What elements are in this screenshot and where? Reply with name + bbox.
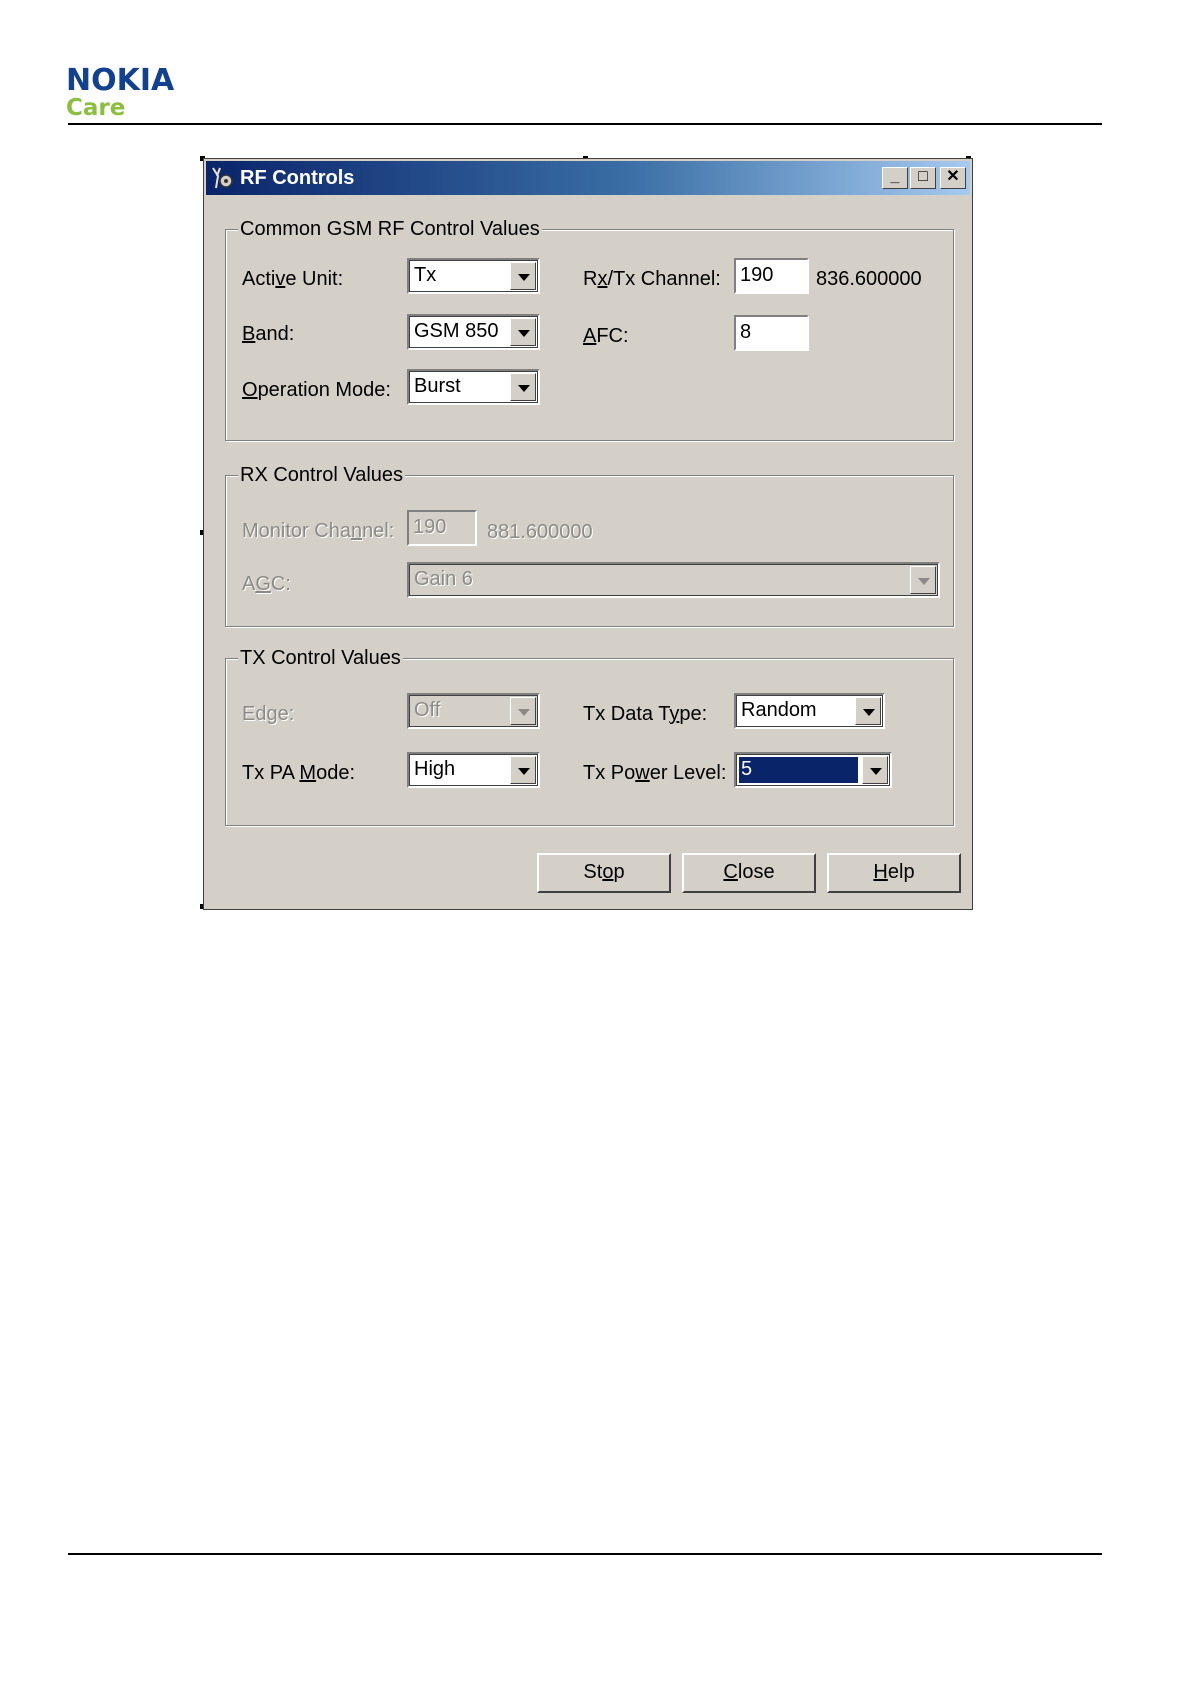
chevron-down-icon[interactable] <box>510 373 536 401</box>
band-label: Band: <box>242 323 295 345</box>
tx-power-level-select[interactable]: 5 <box>734 752 892 788</box>
tx-data-type-label: Tx Data Type: <box>583 703 708 725</box>
selection-highlight <box>738 756 859 784</box>
edge-label: Edge: <box>242 703 295 725</box>
maximize-button[interactable]: □ <box>910 167 936 189</box>
stop-button[interactable]: Stop <box>537 853 671 893</box>
tx-data-type-select[interactable]: Random <box>734 693 885 729</box>
rxtx-channel-label: Rx/Tx Channel: <box>583 268 721 290</box>
tx-control-group: TX Control Values Edge: Off Tx PA Mode: … <box>225 647 954 826</box>
rf-controls-app-icon <box>212 167 233 189</box>
chevron-down-icon[interactable] <box>510 262 536 290</box>
rxtx-frequency: 836.600000 <box>816 268 922 290</box>
close-window-button[interactable]: ✕ <box>940 167 966 189</box>
close-button[interactable]: Close <box>682 853 816 893</box>
brand-sub: Care <box>66 95 126 121</box>
active-unit-label: Active Unit: <box>242 268 344 290</box>
monitor-channel-input[interactable]: 190 <box>407 510 477 546</box>
header-divider <box>68 123 1102 125</box>
active-unit-select[interactable]: Tx <box>407 258 540 294</box>
rxtx-channel-input[interactable]: 190 <box>734 258 809 294</box>
chevron-down-icon[interactable] <box>855 697 881 725</box>
tx-pa-mode-label: Tx PA Mode: <box>242 762 356 784</box>
operation-mode-label: Operation Mode: <box>242 379 391 401</box>
chevron-down-icon[interactable] <box>910 566 936 594</box>
footer-divider <box>68 1553 1102 1555</box>
chevron-down-icon[interactable] <box>862 756 888 784</box>
rf-controls-dialog: RF Controls _ □ ✕ Common GSM RF Control … <box>203 158 973 910</box>
chevron-down-icon[interactable] <box>510 756 536 784</box>
rx-control-group: RX Control Values Monitor Channel: 190 8… <box>225 464 954 627</box>
tx-group-legend: TX Control Values <box>238 647 403 670</box>
minimize-button[interactable]: _ <box>882 167 908 189</box>
agc-select[interactable]: Gain 6 <box>407 562 940 598</box>
agc-label: AGC: <box>242 573 291 595</box>
brand-name: NOKIA <box>66 63 175 98</box>
common-gsm-group: Common GSM RF Control Values Active Unit… <box>225 218 954 441</box>
nokia-care-logo: NOKIA Care <box>66 63 175 121</box>
tx-pa-mode-select[interactable]: High <box>407 752 540 788</box>
afc-input[interactable]: 8 <box>734 315 809 351</box>
operation-mode-select[interactable]: Burst <box>407 369 540 405</box>
tx-power-level-label: Tx Power Level: <box>583 762 727 784</box>
afc-label: AFC: <box>583 325 629 347</box>
chevron-down-icon[interactable] <box>510 697 536 725</box>
monitor-channel-label: Monitor Channel: <box>242 520 395 542</box>
common-group-legend: Common GSM RF Control Values <box>238 218 542 241</box>
edge-select[interactable]: Off <box>407 693 540 729</box>
chevron-down-icon[interactable] <box>510 318 536 346</box>
monitor-frequency: 881.600000 <box>487 521 593 543</box>
title-bar[interactable]: RF Controls _ □ ✕ <box>206 161 970 195</box>
band-select[interactable]: GSM 850 <box>407 314 540 350</box>
dialog-title: RF Controls <box>240 167 355 189</box>
rx-group-legend: RX Control Values <box>238 464 406 487</box>
help-button[interactable]: Help <box>827 853 961 893</box>
